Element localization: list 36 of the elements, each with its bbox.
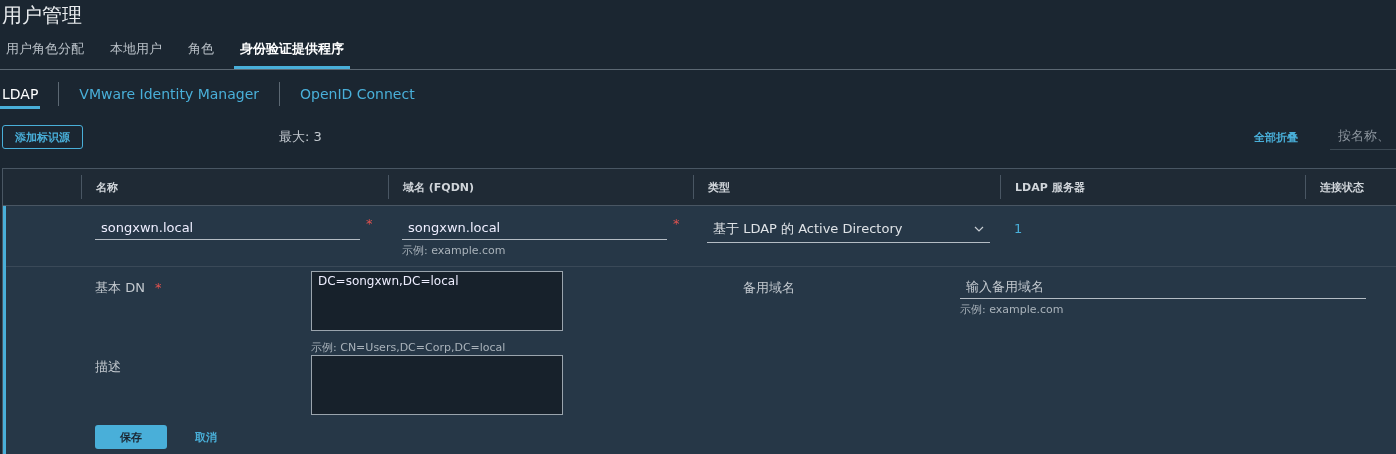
tab[interactable]: 角色: [182, 40, 220, 69]
alt-domain-field[interactable]: 输入备用域名: [960, 275, 1366, 299]
page-title: 用户管理: [1, 2, 83, 29]
cancel-button[interactable]: 取消: [189, 428, 223, 446]
base-dn-field[interactable]: DC=songxwn,DC=local: [311, 271, 563, 331]
column-header: 名称: [96, 179, 118, 195]
subtab[interactable]: LDAP: [0, 79, 41, 109]
description-field[interactable]: [311, 355, 563, 415]
max-count: 最大: 3: [279, 128, 322, 146]
chevron-down-icon: [974, 226, 984, 232]
column-header: 域名 (FQDN): [403, 179, 475, 195]
add-source-button[interactable]: 添加标识源: [2, 125, 83, 149]
subtab[interactable]: VMware Identity Manager: [77, 79, 262, 109]
name-field[interactable]: songxwn.local: [95, 216, 360, 240]
column-header: 类型: [708, 179, 730, 195]
required-mark: *: [366, 216, 373, 231]
search-field[interactable]: 按名称、: [1330, 124, 1396, 150]
tab[interactable]: 身份验证提供程序: [234, 40, 350, 69]
collapse-all-link[interactable]: 全部折叠: [1254, 129, 1298, 145]
domain-field[interactable]: songxwn.local: [402, 216, 667, 240]
field-hint: 示例: CN=Users,DC=Corp,DC=local: [311, 340, 507, 355]
subtab[interactable]: OpenID Connect: [298, 79, 417, 109]
column-header: 连接状态: [1320, 179, 1364, 195]
required-mark: *: [155, 280, 162, 295]
type-select[interactable]: 基于 LDAP 的 Active Directory: [707, 216, 990, 243]
field-hint: 示例: example.com: [960, 302, 1065, 317]
field-hint: 示例: example.com: [402, 243, 507, 258]
column-header: LDAP 服务器: [1015, 179, 1085, 195]
tab[interactable]: 本地用户: [104, 40, 168, 69]
required-mark: *: [673, 216, 680, 231]
save-button[interactable]: 保存: [95, 425, 167, 449]
field-label: 基本 DN: [95, 280, 145, 295]
tab[interactable]: 用户角色分配: [0, 40, 90, 69]
field-label: 描述: [95, 359, 121, 374]
server-count-link[interactable]: 1: [1014, 216, 1023, 236]
field-label: 备用域名: [743, 280, 795, 295]
